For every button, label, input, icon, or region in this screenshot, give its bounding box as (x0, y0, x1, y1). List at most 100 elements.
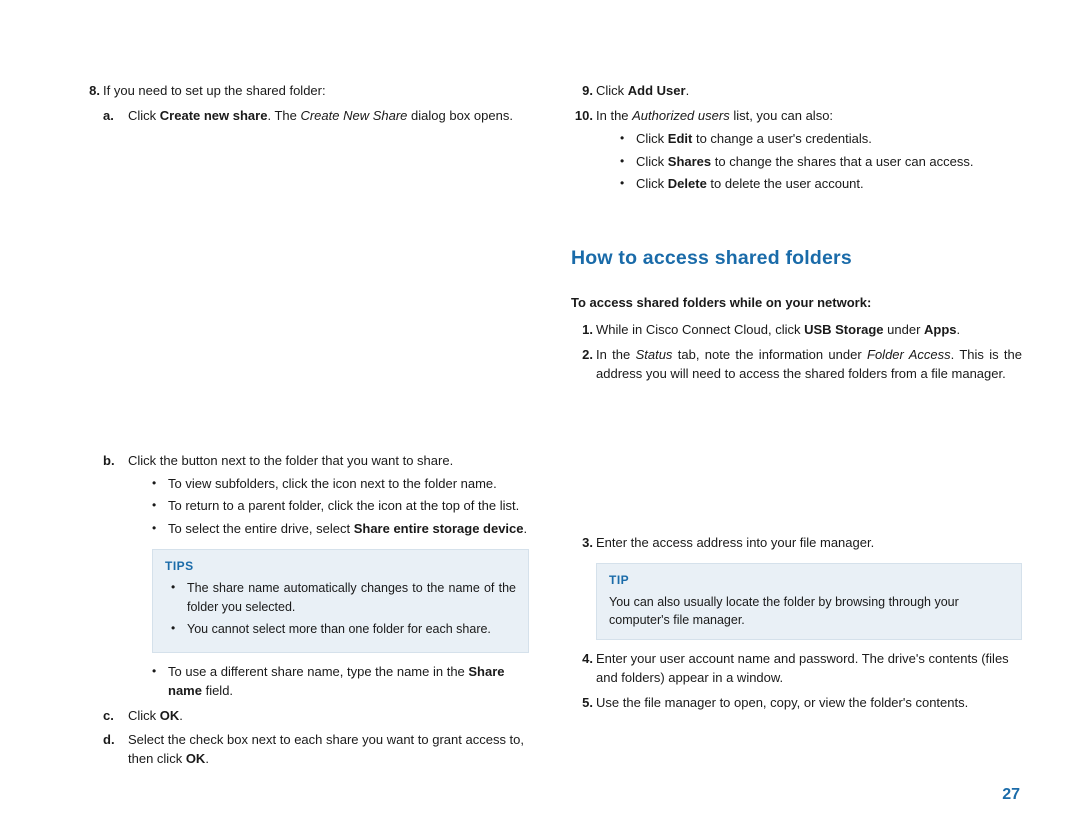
bullet-ret-pre: To return to a parent folder, click the (168, 498, 378, 513)
substep-8a-marker: a. (103, 107, 114, 126)
substep-8d: d. Select the check box next to each sha… (103, 731, 529, 769)
step-9: 9. Click Add User. (571, 82, 1022, 101)
bullet-sel-pre: To select the entire drive, select (168, 521, 354, 536)
substep-8b: b. Click the button next to the folder t… (103, 452, 529, 701)
bullet-share-post: field. (202, 683, 233, 698)
substep-8c: c. Click OK. (103, 707, 529, 726)
tip-1: The share name automatically changes to … (171, 579, 516, 615)
step-10-number: 10. (571, 107, 593, 126)
substep-8a-bold: Create new share (160, 108, 268, 123)
access-step-1-bold2: Apps (924, 322, 957, 337)
bullet-delete-pre: Click (636, 176, 668, 191)
step-9-post: . (686, 83, 690, 98)
substep-8b-bullets: To view subfolders, click the icon next … (152, 475, 529, 540)
placeholder-image-left (128, 126, 529, 446)
substep-8b-marker: b. (103, 452, 115, 471)
substep-8c-bold: OK (160, 708, 180, 723)
tips-body: The share name automatically changes to … (165, 579, 516, 637)
page-number: 27 (1002, 786, 1020, 804)
step-10-pre: In the (596, 108, 632, 123)
page: 8. If you need to set up the shared fold… (0, 0, 1080, 834)
substep-8a-post: . The (267, 108, 300, 123)
two-column-layout: 8. If you need to set up the shared fold… (78, 82, 1022, 775)
tips-label: TIPS (165, 558, 516, 575)
tip-text: You can also usually locate the folder b… (609, 593, 1009, 629)
bullet-edit-bold: Edit (668, 131, 693, 146)
access-step-5: 5. Use the file manager to open, copy, o… (571, 694, 1022, 713)
substep-8b-text: Click the button next to the folder that… (128, 453, 453, 468)
step-8: 8. If you need to set up the shared fold… (78, 82, 529, 769)
substep-8a-ital: Create New Share (300, 108, 407, 123)
step-10-ital: Authorized users (632, 108, 730, 123)
substep-8c-marker: c. (103, 707, 114, 726)
bullet-view-subfolders: To view subfolders, click the icon next … (152, 475, 529, 494)
tip-label: TIP (609, 572, 1009, 589)
bullet-shares-pre: Click (636, 154, 668, 169)
step-8-text: If you need to set up the shared folder: (103, 83, 326, 98)
bullet-edit-post: to change a user's credentials. (692, 131, 872, 146)
access-step-2-ital: Status (636, 347, 673, 362)
substep-8b-bullets-after: To use a different share name, type the … (152, 663, 529, 701)
bullet-share-name: To use a different share name, type the … (152, 663, 529, 701)
substep-8a: a. Click Create new share. The Create Ne… (103, 107, 529, 446)
access-step-1-mid: under (884, 322, 924, 337)
step-10-post: list, you can also: (730, 108, 833, 123)
tip-box: TIP You can also usually locate the fold… (596, 563, 1022, 641)
step-8-number: 8. (78, 82, 100, 101)
bullet-sel-post: . (524, 521, 528, 536)
access-step-5-text: Use the file manager to open, copy, or v… (596, 695, 968, 710)
access-step-2: 2. In the Status tab, note the informati… (571, 346, 1022, 528)
bullet-delete-post: to delete the user account. (707, 176, 864, 191)
column-left: 8. If you need to set up the shared fold… (78, 82, 529, 775)
bullet-view-post: icon next to the folder name. (333, 476, 497, 491)
access-step-2-ital2: Folder Access (867, 347, 951, 362)
substep-8d-post: . (205, 751, 209, 766)
access-step-4: 4. Enter your user account name and pass… (571, 650, 1022, 688)
step-10: 10. In the Authorized users list, you ca… (571, 107, 1022, 194)
step-8-substeps: a. Click Create new share. The Create Ne… (103, 107, 529, 769)
tips-box: TIPS The share name automatically change… (152, 549, 529, 653)
substep-8d-marker: d. (103, 731, 115, 750)
bullet-delete: Click Delete to delete the user account. (620, 175, 1022, 194)
access-step-4-text: Enter your user account name and passwor… (596, 651, 1009, 685)
left-steps: 8. If you need to set up the shared fold… (78, 82, 529, 769)
bullet-shares: Click Shares to change the shares that a… (620, 153, 1022, 172)
access-lead: To access shared folders while on your n… (571, 294, 1022, 313)
access-step-3: 3. Enter the access address into your fi… (571, 534, 1022, 640)
access-step-1: 1. While in Cisco Connect Cloud, click U… (571, 321, 1022, 340)
bullet-share-pre: To use a different share name, type the … (168, 664, 468, 679)
substep-8d-bold: OK (186, 751, 206, 766)
bullet-shares-bold: Shares (668, 154, 711, 169)
right-steps-upper: 9. Click Add User. 10. In the Authorized… (571, 82, 1022, 194)
access-step-4-number: 4. (571, 650, 593, 669)
step-9-pre: Click (596, 83, 628, 98)
access-step-2-mid: tab, note the information under (672, 347, 867, 362)
step-9-bold: Add User (628, 83, 686, 98)
tip-2: You cannot select more than one folder f… (171, 620, 516, 638)
access-step-5-number: 5. (571, 694, 593, 713)
substep-8c-post: . (179, 708, 183, 723)
substep-8a-after: dialog box opens. (407, 108, 513, 123)
column-right: 9. Click Add User. 10. In the Authorized… (571, 82, 1022, 775)
access-step-1-pre: While in Cisco Connect Cloud, click (596, 322, 804, 337)
bullet-sel-bold: Share entire storage device (354, 521, 524, 536)
substep-8c-pre: Click (128, 708, 160, 723)
bullet-edit-pre: Click (636, 131, 668, 146)
bullet-shares-post: to change the shares that a user can acc… (711, 154, 973, 169)
bullet-select-entire-drive: To select the entire drive, select Share… (152, 520, 529, 539)
step-9-number: 9. (571, 82, 593, 101)
access-step-3-text: Enter the access address into your file … (596, 535, 874, 550)
access-step-3-number: 3. (571, 534, 593, 553)
bullet-ret-post: icon at the top of the list. (378, 498, 519, 513)
bullet-return-parent: To return to a parent folder, click the … (152, 497, 529, 516)
placeholder-image-right (596, 384, 1022, 528)
access-step-2-number: 2. (571, 346, 593, 365)
substep-8a-pre: Click (128, 108, 160, 123)
access-step-1-bold: USB Storage (804, 322, 883, 337)
tips-list: The share name automatically changes to … (171, 579, 516, 637)
bullet-delete-bold: Delete (668, 176, 707, 191)
bullet-view-pre: To view subfolders, click the (168, 476, 333, 491)
access-step-2-pre: In the (596, 347, 636, 362)
bullet-edit: Click Edit to change a user's credential… (620, 130, 1022, 149)
access-step-1-post: . (957, 322, 961, 337)
